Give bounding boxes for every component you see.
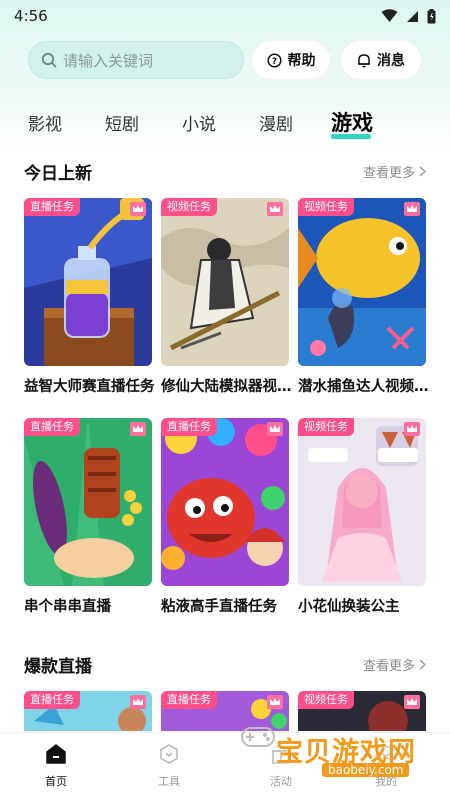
crown-icon bbox=[130, 695, 146, 709]
game-card[interactable]: 直播任务 益智大师赛直播任务 bbox=[24, 198, 155, 396]
tab-games[interactable]: 游戏 bbox=[331, 107, 373, 137]
game-card[interactable]: 视频任务 小花仙换装公主 bbox=[298, 418, 426, 616]
signal-icon bbox=[407, 10, 418, 22]
game-title: 潜水捕鱼达人视频任务 bbox=[298, 379, 430, 395]
fish-diver-art bbox=[298, 198, 426, 366]
crown-icon bbox=[404, 422, 420, 436]
search-icon bbox=[41, 52, 57, 68]
cultivator-art bbox=[161, 198, 289, 366]
battery-icon bbox=[427, 8, 436, 23]
section-header-new-today: 今日上新 查看更多 bbox=[24, 159, 426, 184]
game-thumbnail: 视频任务 bbox=[298, 691, 426, 731]
crown-icon bbox=[130, 422, 146, 436]
task-badge: 视频任务 bbox=[161, 198, 217, 216]
game-card[interactable]: 视频任务 潜水捕鱼达人视频任务 bbox=[298, 198, 430, 396]
nav-tools[interactable]: 工具 bbox=[139, 743, 199, 789]
crown-icon bbox=[404, 695, 420, 709]
status-bar: 4:56 bbox=[0, 0, 450, 32]
game-thumbnail: 视频任务 bbox=[298, 418, 426, 586]
task-badge: 直播任务 bbox=[161, 691, 217, 709]
gamepad-icon bbox=[241, 727, 275, 747]
search-row: 请输入关键词 ? 帮助 消息 bbox=[28, 41, 424, 79]
help-icon: ? bbox=[266, 52, 282, 68]
nav-home[interactable]: 首页 bbox=[26, 743, 86, 789]
help-label: 帮助 bbox=[287, 53, 316, 69]
tab-comic-drama[interactable]: 漫剧 bbox=[259, 110, 293, 135]
crown-icon bbox=[404, 202, 420, 216]
watermark: 宝贝游戏网 baobeiy.com bbox=[241, 727, 448, 784]
crown-icon bbox=[130, 202, 146, 216]
svg-text:?: ? bbox=[271, 57, 276, 67]
section-header-hot-live: 爆款直播 查看更多 bbox=[24, 652, 426, 677]
game-thumbnail: 视频任务 bbox=[161, 198, 289, 366]
search-placeholder: 请输入关键词 bbox=[63, 51, 154, 70]
slime-monster-art bbox=[161, 418, 289, 586]
task-badge: 视频任务 bbox=[298, 691, 354, 709]
messages-label: 消息 bbox=[377, 53, 405, 69]
section-title: 今日上新 bbox=[24, 163, 92, 184]
tab-movies[interactable]: 影视 bbox=[28, 110, 62, 135]
category-tabs: 影视 短剧 小说 漫剧 游戏 bbox=[28, 104, 428, 142]
fairy-princess-art bbox=[298, 418, 426, 586]
task-badge: 视频任务 bbox=[298, 198, 354, 216]
task-badge: 视频任务 bbox=[298, 418, 354, 436]
tab-short-drama[interactable]: 短剧 bbox=[105, 110, 139, 135]
game-thumbnail: 直播任务 bbox=[161, 418, 289, 586]
game-title: 小花仙换装公主 bbox=[298, 599, 400, 615]
messages-button[interactable]: 消息 bbox=[341, 41, 421, 79]
game-title: 修仙大陆模拟器视频任务 bbox=[161, 379, 293, 395]
task-badge: 直播任务 bbox=[24, 691, 80, 709]
search-input[interactable]: 请输入关键词 bbox=[28, 41, 244, 79]
game-card[interactable]: 直播任务 串个串串直播 bbox=[24, 418, 152, 616]
view-more-link[interactable]: 查看更多 bbox=[363, 655, 426, 674]
skewer-art bbox=[24, 418, 152, 586]
view-more-label: 查看更多 bbox=[362, 658, 415, 674]
help-button[interactable]: ? 帮助 bbox=[252, 41, 330, 79]
puzzle-bottle-art bbox=[24, 198, 152, 366]
nav-label: 首页 bbox=[45, 775, 67, 788]
tab-novels[interactable]: 小说 bbox=[182, 110, 216, 135]
game-thumbnail: 直播任务 bbox=[24, 418, 152, 586]
chevron-right-icon bbox=[419, 165, 426, 177]
nav-label: 工具 bbox=[158, 775, 180, 788]
game-title: 串个串串直播 bbox=[24, 599, 111, 615]
home-icon bbox=[46, 744, 66, 764]
tools-icon bbox=[160, 744, 178, 764]
watermark-url: baobeiy.com bbox=[322, 763, 410, 777]
game-thumbnail: 直播任务 bbox=[24, 198, 152, 366]
game-card[interactable]: 直播任务 粘液高手直播任务 bbox=[161, 418, 289, 616]
game-thumbnail: 直播任务 bbox=[24, 691, 152, 731]
chevron-right-icon bbox=[419, 658, 426, 670]
view-more-label: 查看更多 bbox=[362, 165, 415, 181]
bell-icon bbox=[358, 53, 370, 67]
task-badge: 直播任务 bbox=[24, 418, 80, 436]
crown-icon bbox=[267, 422, 283, 436]
crown-icon bbox=[267, 695, 283, 709]
view-more-link[interactable]: 查看更多 bbox=[363, 162, 426, 181]
game-title: 益智大师赛直播任务 bbox=[24, 379, 155, 395]
wifi-icon bbox=[381, 9, 398, 22]
status-icons bbox=[381, 8, 436, 24]
task-badge: 直播任务 bbox=[161, 418, 217, 436]
game-card[interactable]: 直播任务 bbox=[24, 691, 152, 731]
game-card[interactable]: 视频任务 修仙大陆模拟器视频任务 bbox=[161, 198, 293, 396]
status-time: 4:56 bbox=[14, 7, 48, 25]
task-badge: 直播任务 bbox=[24, 198, 80, 216]
game-card[interactable]: 视频任务 bbox=[298, 691, 426, 731]
section-title: 爆款直播 bbox=[24, 656, 92, 677]
crown-icon bbox=[267, 202, 283, 216]
game-title: 粘液高手直播任务 bbox=[161, 599, 277, 615]
game-thumbnail: 视频任务 bbox=[298, 198, 426, 366]
